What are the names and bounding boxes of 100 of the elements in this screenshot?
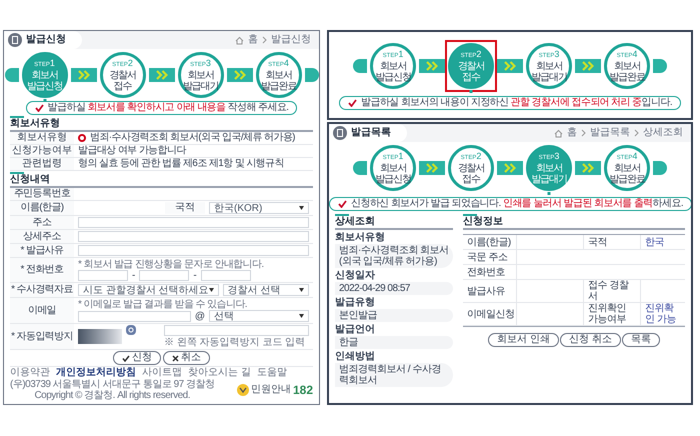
table-label: 전화번호 bbox=[463, 265, 517, 279]
summary-value: 범죄경력회보서 / 수사경력회보서 bbox=[335, 363, 453, 387]
input-field[interactable] bbox=[200, 270, 251, 281]
action-button[interactable]: 신청 취소 bbox=[560, 333, 621, 347]
select-field[interactable]: 경찰서 선택 bbox=[222, 284, 309, 296]
separator-text: - bbox=[132, 270, 136, 281]
table-label: 이름(한글) bbox=[463, 235, 517, 249]
input-field[interactable] bbox=[78, 270, 128, 281]
breadcrumb-link[interactable]: 상세조회 bbox=[643, 127, 683, 139]
table-label: 이메일신청 bbox=[463, 303, 517, 325]
step-number: 4 bbox=[632, 152, 638, 160]
action-button[interactable]: 회보서 인쇄 bbox=[488, 333, 559, 347]
summary-label: 회보서유형 bbox=[335, 232, 386, 244]
field-label: 신청가능여부 bbox=[10, 145, 74, 157]
step-name: 경찰서 bbox=[109, 70, 136, 80]
summary-value: 한글 bbox=[335, 336, 453, 349]
at-sign-text: @ bbox=[194, 310, 205, 322]
step-number: 1 bbox=[398, 50, 404, 58]
dropdown-icon bbox=[299, 206, 304, 210]
field-value: 형의 실효 등에 관한 법률 제6조 제1항 및 시행규칙 bbox=[78, 158, 284, 170]
radio-button[interactable] bbox=[78, 134, 86, 142]
select-field[interactable]: 한국(KOR) bbox=[209, 202, 309, 214]
table-cell-text: 진위확인 가능 bbox=[644, 303, 677, 325]
chevron-icon bbox=[262, 36, 267, 44]
double-chevron-icon bbox=[504, 61, 516, 71]
police-emblem-icon bbox=[236, 384, 249, 396]
footer-link[interactable]: 도움말 bbox=[256, 367, 287, 379]
chevron-icon bbox=[581, 129, 586, 137]
copyright-text: Copyright © 경찰청. All rights reserved. bbox=[33, 390, 192, 401]
input-field[interactable] bbox=[78, 231, 309, 242]
input-field[interactable] bbox=[164, 325, 309, 336]
step-name: 발급대기 bbox=[531, 174, 567, 184]
footer-link[interactable]: 이용약관 bbox=[10, 367, 50, 379]
step-name: 회보서 bbox=[536, 162, 562, 174]
field-label: * 자동입력방지 bbox=[10, 324, 74, 349]
footer-link[interactable]: 개인정보처리방침 bbox=[56, 367, 136, 379]
summary-label: 인쇄방법 bbox=[335, 351, 376, 363]
step-number: 3 bbox=[554, 50, 560, 58]
field-label: 주소 bbox=[10, 216, 74, 229]
step-track-end bbox=[353, 161, 367, 175]
double-chevron-icon bbox=[426, 163, 438, 173]
dropdown-icon bbox=[299, 288, 304, 292]
section-title: 신청내역 bbox=[10, 174, 51, 186]
field-value: 발급대상 여부 가능합니다 bbox=[78, 145, 186, 157]
step-number: 2 bbox=[476, 50, 482, 58]
summary-value: 범죄·수사경력조회 회보서 (외국 입국/체류 허가용) bbox=[335, 244, 453, 268]
notice-text: 발급하실 회보서를 확인하시고 아래 내용을 작성해 주세요. bbox=[48, 102, 288, 114]
field-note: * 회보서 발급 진행상황을 문자로 안내합니다. bbox=[78, 259, 265, 270]
step-name: 경찰서 bbox=[458, 162, 484, 174]
field-label: 상세주소 bbox=[10, 230, 74, 243]
field-label: 이름(한글) bbox=[10, 201, 74, 215]
submit-button[interactable]: 신청 bbox=[113, 351, 161, 365]
captcha-image bbox=[78, 329, 122, 344]
step-name: 회보서 bbox=[614, 162, 640, 174]
field-label: 국적 bbox=[165, 202, 205, 214]
field-value: 범죄·수사경력조회 회보서(외국 입국/체류 허가용) bbox=[90, 132, 295, 144]
select-field[interactable]: 선택 bbox=[209, 310, 309, 322]
input-field[interactable] bbox=[78, 245, 309, 256]
breadcrumb-link[interactable]: 발급목록 bbox=[590, 127, 630, 139]
step-name: 회보서 bbox=[380, 162, 406, 174]
dropdown-icon bbox=[299, 314, 304, 318]
field-label: * 발급사유 bbox=[10, 244, 74, 257]
refresh-button[interactable] bbox=[126, 325, 136, 335]
page-title: 발급목록 bbox=[351, 127, 391, 139]
input-field[interactable] bbox=[139, 270, 190, 281]
cancel-button[interactable]: 취소 bbox=[163, 351, 210, 365]
notice-text: 신청하신 회보서가 발급 되었습니다. 인쇄를 눌러서 발급된 회보서를 출력하세요. bbox=[351, 198, 684, 210]
check-icon bbox=[338, 200, 347, 208]
double-chevron-icon bbox=[582, 61, 594, 71]
select-field[interactable]: 시도 관할경찰서 선택하세요 bbox=[78, 284, 219, 296]
step-name: 발급대기 bbox=[182, 80, 218, 92]
field-label: * 전화번호 bbox=[10, 258, 74, 282]
double-chevron-icon bbox=[78, 70, 90, 80]
footer-link[interactable]: 사이트맵 bbox=[142, 367, 182, 379]
step-name: 회보서 bbox=[265, 70, 292, 80]
breadcrumb-link[interactable]: 발급신청 bbox=[271, 34, 311, 46]
close-icon bbox=[172, 354, 179, 362]
section-title: 신청정보 bbox=[463, 216, 504, 228]
field-label: 회보서유형 bbox=[10, 132, 74, 144]
summary-label: 발급유형 bbox=[335, 297, 376, 309]
step-number: 4 bbox=[632, 50, 638, 58]
table-cell-text: 한국 bbox=[644, 236, 665, 249]
step-name: 발급대기 bbox=[531, 72, 567, 82]
action-button[interactable]: 목록 bbox=[622, 333, 660, 347]
step-name: 발급신청 bbox=[375, 174, 411, 184]
table-label: 발급사유 bbox=[463, 280, 517, 302]
footer-link[interactable]: 찾아오시는 길 bbox=[188, 367, 251, 379]
input-field[interactable] bbox=[78, 310, 191, 322]
step-number: 1 bbox=[398, 152, 404, 160]
breadcrumb-link[interactable]: 홈 bbox=[248, 34, 258, 46]
summary-value: 2022-04-29 08:57 bbox=[335, 282, 453, 295]
step-track-end bbox=[653, 59, 667, 73]
step-name: 회보서 bbox=[380, 60, 406, 72]
input-field[interactable] bbox=[78, 217, 309, 228]
field-label: 주민등록번호 bbox=[10, 188, 74, 200]
breadcrumb-link[interactable]: 홈 bbox=[567, 127, 577, 139]
step-number: 4 bbox=[284, 58, 289, 68]
step-name: 회보서 bbox=[187, 70, 214, 80]
step-number: 3 bbox=[554, 152, 560, 160]
notice-text: 발급하실 회보서의 내용이 지정하신 관할 경찰서에 접수되어 처리 중입니다. bbox=[360, 97, 672, 109]
